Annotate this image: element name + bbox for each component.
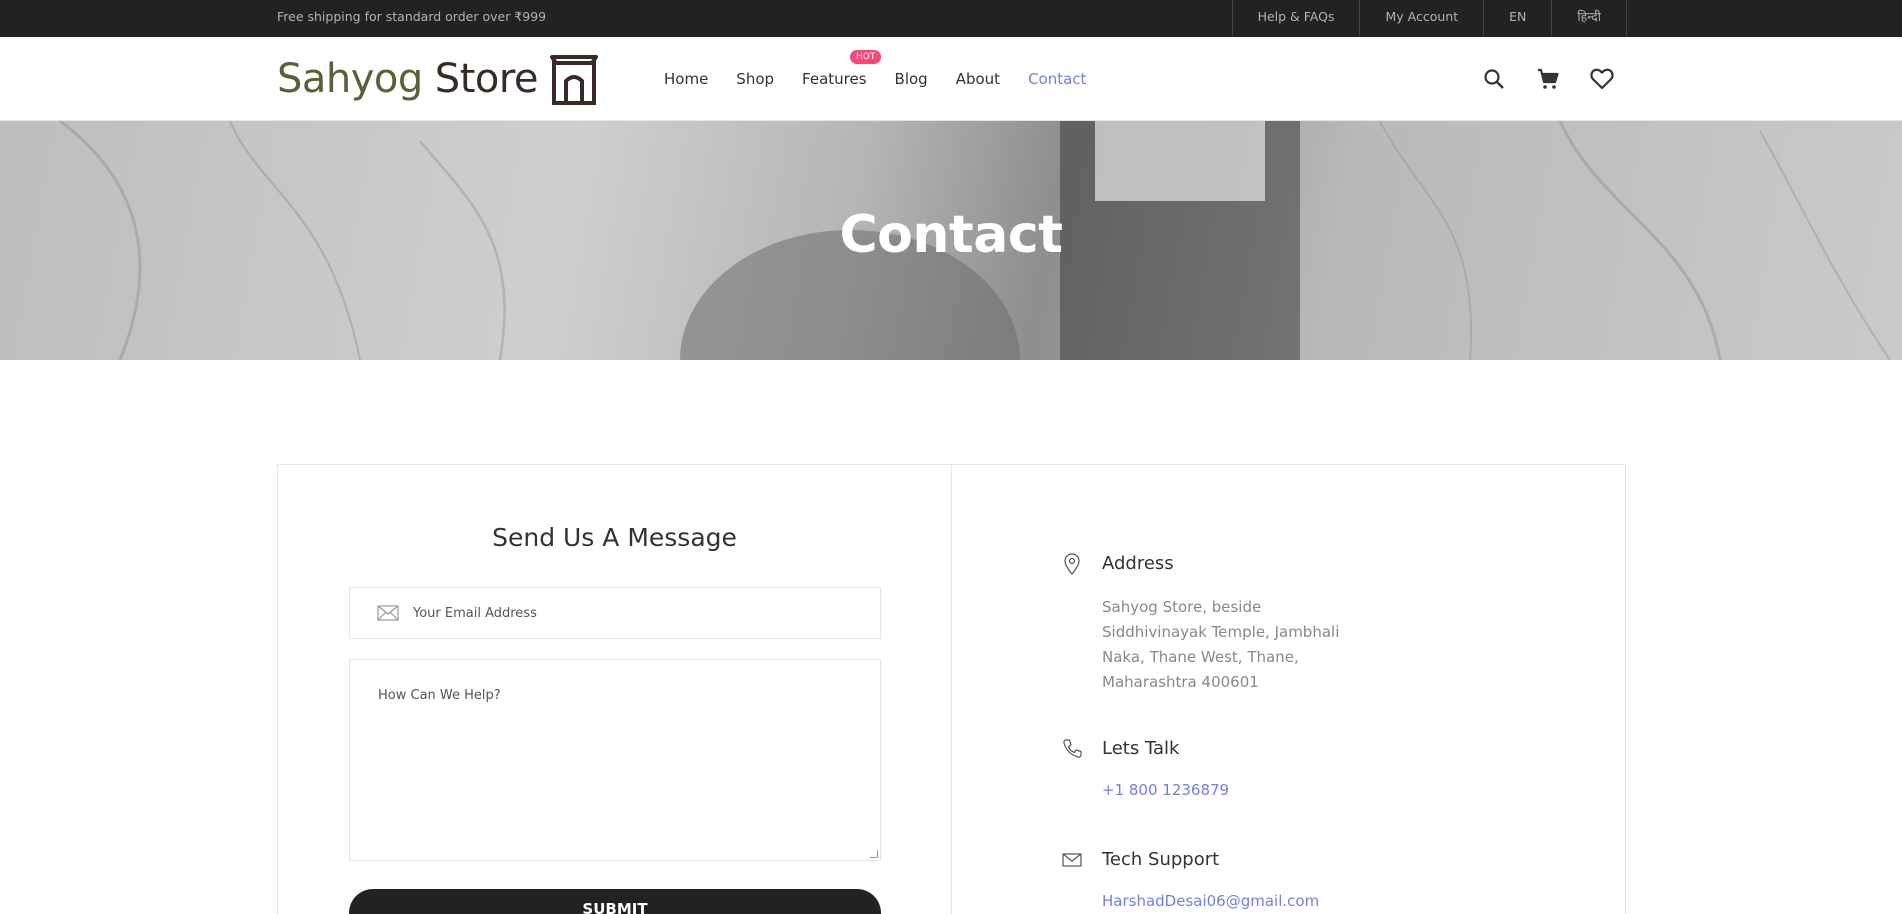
nav-about[interactable]: About bbox=[956, 70, 1000, 88]
support-title: Tech Support bbox=[1102, 849, 1220, 870]
form-title: Send Us A Message bbox=[492, 523, 737, 552]
shipping-notice: Free shipping for standard order over ₹9… bbox=[277, 9, 547, 24]
cart-icon[interactable] bbox=[1535, 66, 1561, 92]
main-nav: Home Shop Features HOT Blog About Contac… bbox=[664, 37, 1114, 121]
contact-panel: Send Us A Message Your Email Address How… bbox=[277, 464, 1626, 914]
address-title: Address bbox=[1102, 553, 1174, 574]
my-account-link[interactable]: My Account bbox=[1360, 0, 1485, 37]
email-input[interactable]: Your Email Address bbox=[413, 606, 537, 621]
phone-icon bbox=[1063, 739, 1082, 758]
logo-word-sahyog: Sahyog bbox=[277, 56, 423, 102]
map-pin-icon bbox=[1064, 553, 1080, 575]
message-textarea[interactable]: How Can We Help? bbox=[349, 659, 881, 861]
page-title: Contact bbox=[839, 205, 1063, 265]
header: Sahyog Store Home Shop Features HOT Blog… bbox=[0, 37, 1902, 121]
nav-blog[interactable]: Blog bbox=[895, 70, 928, 88]
envelope-icon bbox=[377, 605, 399, 621]
resize-handle[interactable] bbox=[870, 850, 878, 858]
email-field[interactable]: Your Email Address bbox=[349, 587, 881, 639]
mail-icon bbox=[1062, 853, 1082, 867]
wishlist-heart-icon[interactable] bbox=[1589, 66, 1615, 92]
topbar: Free shipping for standard order over ₹9… bbox=[0, 0, 1902, 37]
header-icons bbox=[1481, 37, 1615, 121]
hero-banner: Contact bbox=[0, 121, 1902, 360]
topbar-links: Help & FAQs My Account EN हिन्दी bbox=[1231, 0, 1627, 37]
language-en-link[interactable]: EN bbox=[1484, 0, 1553, 37]
address-line: Maharashtra 400601 bbox=[1102, 673, 1259, 691]
logo-word-store: Store bbox=[434, 56, 539, 102]
nav-shop[interactable]: Shop bbox=[736, 70, 774, 88]
contact-info-section: Address Sahyog Store, beside Siddhivinay… bbox=[952, 465, 1625, 914]
address-line: Siddhivinayak Temple, Jambhali bbox=[1102, 623, 1340, 641]
search-icon[interactable] bbox=[1481, 66, 1507, 92]
talk-title: Lets Talk bbox=[1102, 738, 1180, 759]
logo[interactable]: Sahyog Store bbox=[277, 51, 602, 107]
address-line: Naka, Thane West, Thane, bbox=[1102, 648, 1299, 666]
store-icon bbox=[550, 55, 599, 105]
nav-contact[interactable]: Contact bbox=[1028, 70, 1086, 88]
nav-features[interactable]: Features HOT bbox=[802, 50, 882, 88]
nav-home[interactable]: Home bbox=[664, 70, 708, 88]
address-text: Sahyog Store, beside Siddhivinayak Templ… bbox=[1102, 595, 1362, 695]
message-placeholder: How Can We Help? bbox=[378, 688, 501, 703]
phone-link[interactable]: +1 800 1236879 bbox=[1102, 781, 1229, 799]
help-faqs-link[interactable]: Help & FAQs bbox=[1233, 0, 1361, 37]
hot-badge: HOT bbox=[850, 50, 882, 64]
language-hindi-link[interactable]: हिन्दी bbox=[1552, 0, 1627, 37]
nav-features-label: Features bbox=[802, 70, 867, 88]
contact-form-section: Send Us A Message Your Email Address How… bbox=[278, 465, 952, 914]
submit-button[interactable]: SUBMIT bbox=[349, 889, 881, 914]
address-line: Sahyog Store, beside bbox=[1102, 598, 1262, 616]
support-email-link[interactable]: HarshadDesai06@gmail.com bbox=[1102, 892, 1319, 910]
